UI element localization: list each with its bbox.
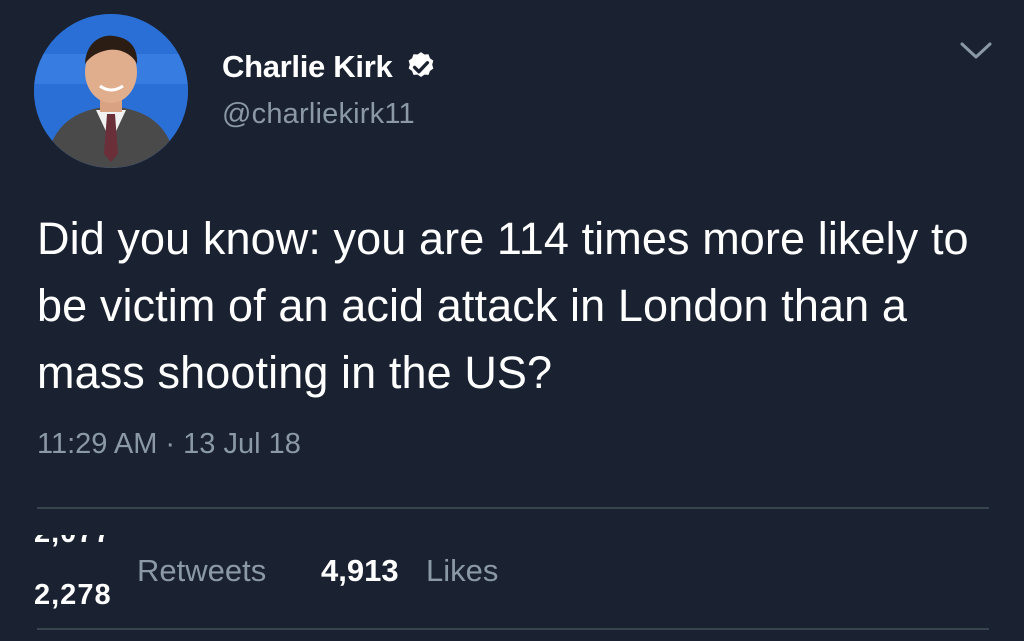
avatar-photo — [34, 14, 188, 168]
divider — [37, 628, 989, 630]
tweet-timestamp[interactable]: 11:29 AM · 13 Jul 18 — [37, 428, 301, 461]
retweets-label[interactable]: Retweets — [137, 553, 266, 589]
likes-label[interactable]: Likes — [426, 553, 498, 589]
avatar[interactable] — [34, 14, 188, 168]
author-display-name[interactable]: Charlie Kirk — [222, 49, 393, 85]
author-handle[interactable]: @charliekirk11 — [222, 98, 415, 131]
retweets-count[interactable]: 2,077 2,278 — [34, 535, 130, 615]
retweets-count-top-fragment: 2,077 — [34, 535, 112, 550]
tweet-text: Did you know: you are 114 times more lik… — [37, 213, 969, 398]
chevron-down-icon[interactable] — [958, 38, 994, 62]
verified-badge-icon — [409, 52, 434, 78]
divider — [37, 507, 989, 509]
engagement-stats: 2,077 2,278 Retweets 4,913 Likes — [0, 535, 1024, 615]
retweets-count-bottom-fragment: 2,278 — [34, 579, 112, 611]
likes-count[interactable]: 4,913 — [321, 553, 399, 589]
author-name-row: Charlie Kirk — [222, 47, 438, 87]
